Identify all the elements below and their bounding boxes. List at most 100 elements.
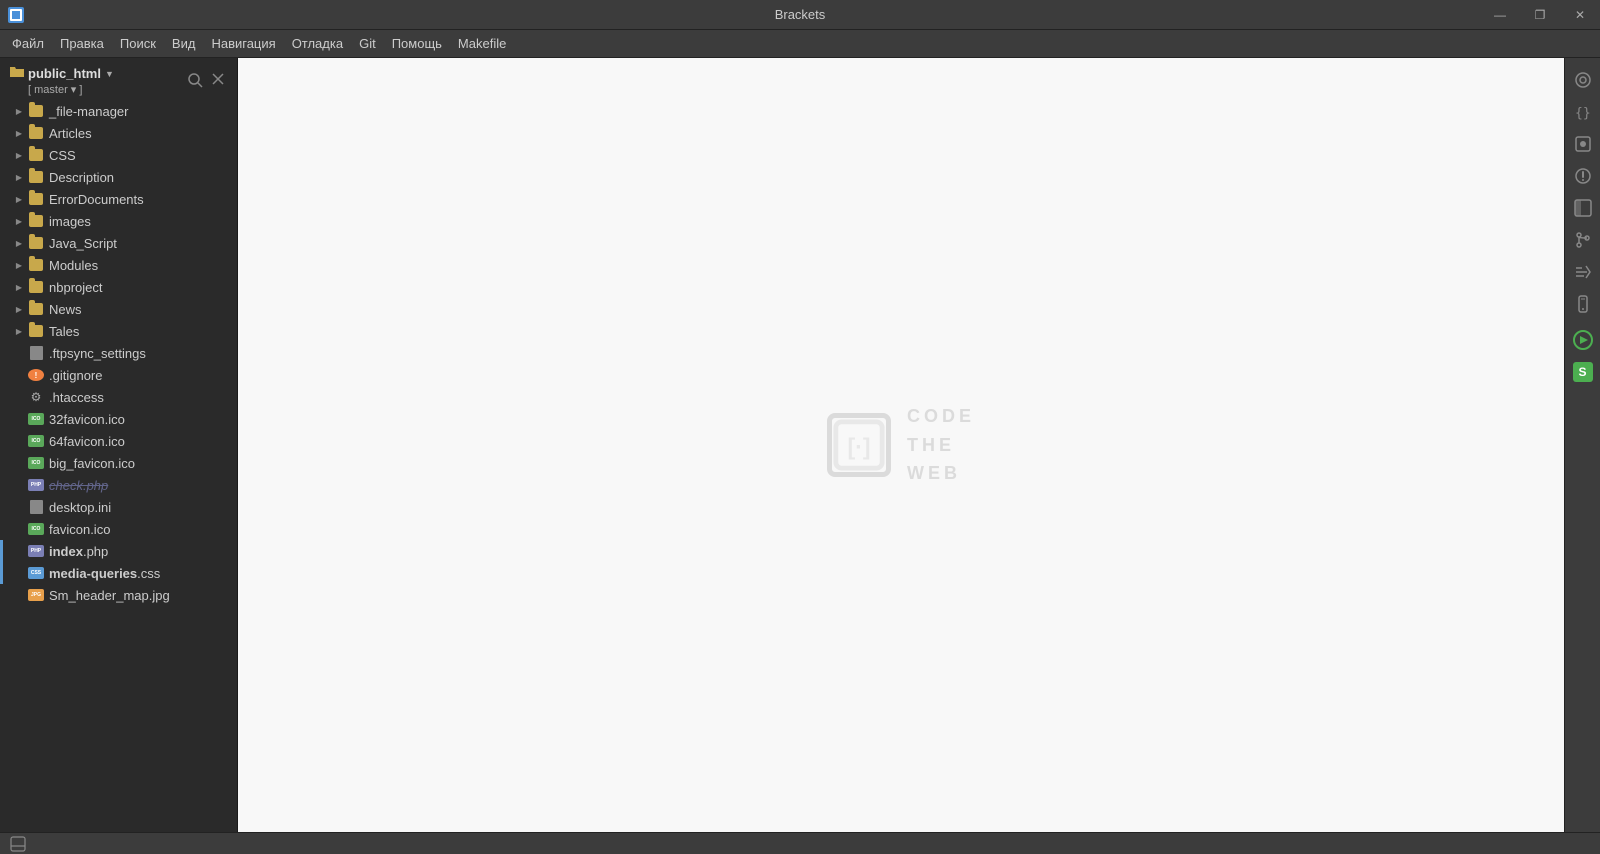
folder-arrow-icon	[12, 236, 26, 250]
folder-arrow-icon	[12, 148, 26, 162]
tree-item-htaccess[interactable]: ⚙ .htaccess	[0, 386, 237, 408]
folder-icon	[10, 66, 24, 81]
inline-editor-button[interactable]: {}	[1569, 98, 1597, 126]
ico-icon: ICO	[28, 521, 44, 537]
folder-arrow-icon	[12, 280, 26, 294]
svg-text:[·]: [·]	[847, 433, 870, 459]
show-in-tree-button[interactable]	[185, 70, 205, 93]
no-arrow	[12, 390, 26, 404]
editor-area: [·] CODE THE WEB	[238, 58, 1564, 832]
logo-line-2: THE	[907, 431, 975, 460]
tree-item-32favicon[interactable]: ICO 32favicon.ico	[0, 408, 237, 430]
folder-icon	[28, 257, 44, 273]
project-toolbar	[185, 70, 227, 93]
no-arrow	[12, 522, 26, 536]
menu-item-file[interactable]: Файл	[4, 32, 52, 55]
tree-item-description[interactable]: Description	[0, 166, 237, 188]
git-panel-button[interactable]	[1569, 226, 1597, 254]
css-icon: CSS	[28, 565, 44, 581]
file-tree-toggle-button[interactable]	[1569, 194, 1597, 222]
item-label: Modules	[49, 258, 229, 273]
menu-item-edit[interactable]: Правка	[52, 32, 112, 55]
run-button[interactable]	[1569, 326, 1597, 354]
tree-item-index-php[interactable]: PHP index.php	[0, 540, 237, 562]
tree-item-nbproject[interactable]: nbproject	[0, 276, 237, 298]
mobile-view-button[interactable]	[1569, 290, 1597, 318]
tree-item-gitignore[interactable]: ! .gitignore	[0, 364, 237, 386]
no-arrow	[12, 346, 26, 360]
tree-item-css[interactable]: CSS	[0, 144, 237, 166]
sftp-button[interactable]: S	[1569, 358, 1597, 386]
tree-item-errordocuments[interactable]: ErrorDocuments	[0, 188, 237, 210]
item-label: big_favicon.ico	[49, 456, 229, 471]
folder-arrow-icon	[12, 258, 26, 272]
folder-icon	[28, 279, 44, 295]
tree-item-articles[interactable]: Articles	[0, 122, 237, 144]
folder-icon	[28, 301, 44, 317]
item-label: favicon.ico	[49, 522, 229, 537]
menu-item-debug[interactable]: Отладка	[284, 32, 351, 55]
title-bar: Brackets — ❐ ✕	[0, 0, 1600, 30]
close-button[interactable]: ✕	[1560, 0, 1600, 30]
item-label: News	[49, 302, 229, 317]
beautify-button[interactable]	[1569, 258, 1597, 286]
menu-item-makefile[interactable]: Makefile	[450, 32, 514, 55]
tree-item-big-favicon[interactable]: ICO big_favicon.ico	[0, 452, 237, 474]
bottom-panel-icon[interactable]	[8, 834, 28, 854]
no-arrow	[12, 588, 26, 602]
menu-item-git[interactable]: Git	[351, 32, 384, 55]
window-controls: — ❐ ✕	[1480, 0, 1600, 29]
menu-item-find[interactable]: Поиск	[112, 32, 164, 55]
item-label: _file-manager	[49, 104, 229, 119]
tree-item-media-queries[interactable]: CSS media-queries.css	[0, 562, 237, 584]
project-name[interactable]: public_html ▼	[10, 66, 114, 81]
tree-item-favicon-ico[interactable]: ICO favicon.ico	[0, 518, 237, 540]
tree-item-sm-header[interactable]: JPG Sm_header_map.jpg	[0, 584, 237, 606]
project-title-area: public_html ▼ [ master ▾ ]	[10, 66, 114, 96]
brackets-logo-text: CODE THE WEB	[907, 402, 975, 488]
logo-line-1: CODE	[907, 402, 975, 431]
menu-item-view[interactable]: Вид	[164, 32, 204, 55]
file-generic-icon	[28, 499, 44, 515]
git-branch[interactable]: [ master ▾ ]	[10, 83, 114, 96]
minimize-button[interactable]: —	[1480, 0, 1520, 30]
app-title: Brackets	[775, 7, 826, 22]
tree-item-desktop-ini[interactable]: desktop.ini	[0, 496, 237, 518]
tree-item-64favicon[interactable]: ICO 64favicon.ico	[0, 430, 237, 452]
gitignore-icon: !	[28, 367, 44, 383]
item-label: .gitignore	[49, 368, 229, 383]
folder-arrow-icon	[12, 170, 26, 184]
no-arrow	[12, 434, 26, 448]
menu-item-navigate[interactable]: Навигация	[203, 32, 283, 55]
folder-icon	[28, 147, 44, 163]
tree-item-ftpsync[interactable]: .ftpsync_settings	[0, 342, 237, 364]
tree-item-images[interactable]: images	[0, 210, 237, 232]
tree-item-news[interactable]: News	[0, 298, 237, 320]
item-label: .htaccess	[49, 390, 229, 405]
item-label: desktop.ini	[49, 500, 229, 515]
item-label: index.php	[49, 544, 229, 559]
tree-item-modules[interactable]: Modules	[0, 254, 237, 276]
close-tree-button[interactable]	[209, 70, 227, 93]
item-label: 64favicon.ico	[49, 434, 229, 449]
item-label: Articles	[49, 126, 229, 141]
menu-item-help[interactable]: Помощь	[384, 32, 450, 55]
tree-item-check-php[interactable]: PHP check.php	[0, 474, 237, 496]
project-header: public_html ▼ [ master ▾ ]	[0, 58, 237, 100]
item-label: ErrorDocuments	[49, 192, 229, 207]
main-layout: public_html ▼ [ master ▾ ]	[0, 58, 1600, 832]
tree-item-javascript[interactable]: Java_Script	[0, 232, 237, 254]
maximize-button[interactable]: ❐	[1520, 0, 1560, 30]
jshint-button[interactable]	[1569, 162, 1597, 190]
tree-item-file-manager[interactable]: _file-manager	[0, 100, 237, 122]
folder-arrow-icon	[12, 126, 26, 140]
tree-item-tales[interactable]: Tales	[0, 320, 237, 342]
editor-logo: [·] CODE THE WEB	[827, 402, 975, 488]
quick-view-button[interactable]	[1569, 130, 1597, 158]
no-arrow	[12, 544, 26, 558]
live-preview-button[interactable]	[1569, 66, 1597, 94]
item-label: Sm_header_map.jpg	[49, 588, 229, 603]
file-generic-icon	[28, 345, 44, 361]
item-label: nbproject	[49, 280, 229, 295]
item-label: media-queries.css	[49, 566, 229, 581]
